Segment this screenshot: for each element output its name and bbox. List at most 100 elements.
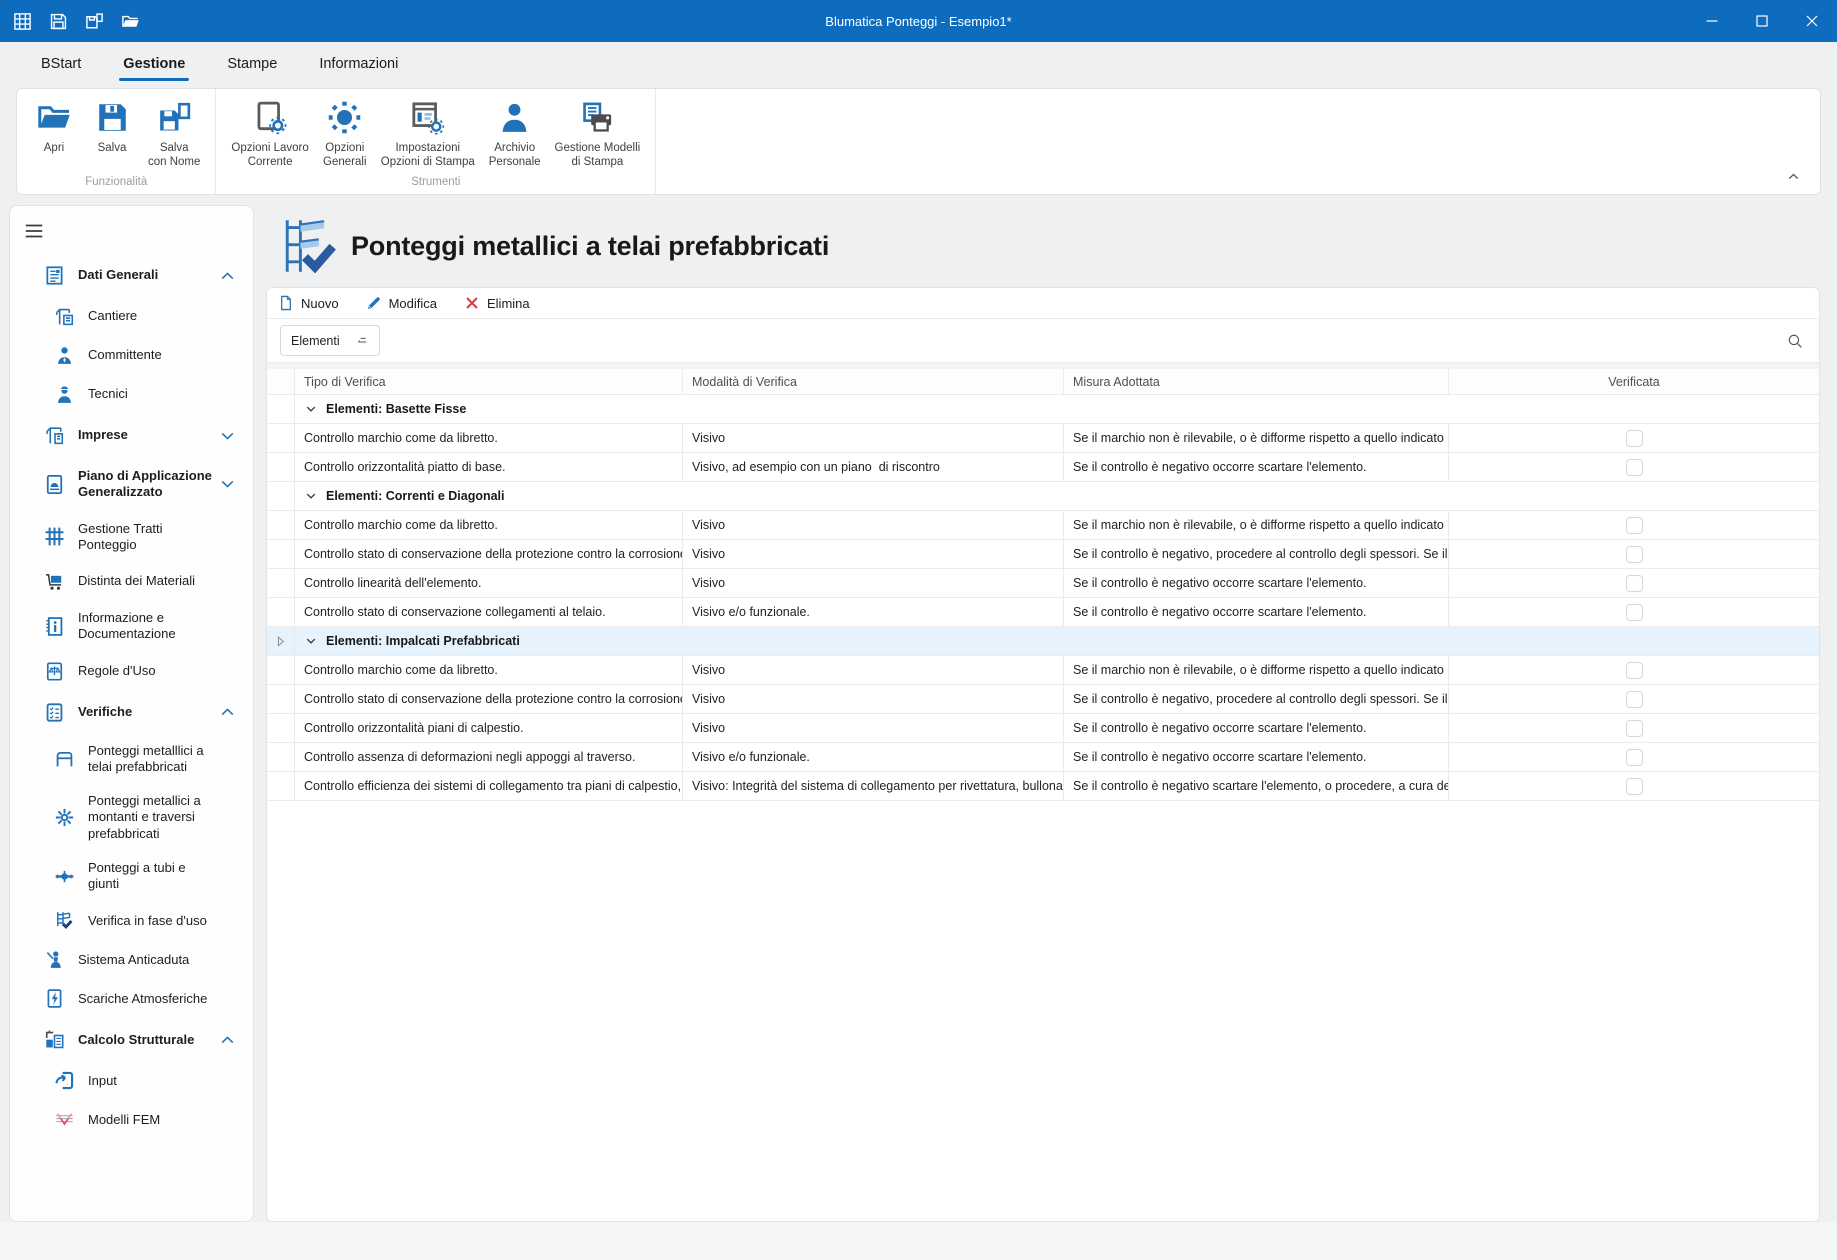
maximize-button[interactable]	[1737, 0, 1787, 42]
sidebar-item-dati-generali[interactable]: Dati Generali	[10, 254, 253, 297]
row-gutter	[267, 685, 295, 713]
verificata-checkbox[interactable]	[1626, 575, 1643, 592]
cell-modalita-di-verifica: Visivo, ad esempio con un piano di risco…	[683, 453, 1064, 481]
verificata-checkbox[interactable]	[1626, 720, 1643, 737]
sidebar-item-calcolo-strutturale[interactable]: Calcolo Strutturale	[10, 1018, 253, 1061]
sidebar-item-distinta-dei-materiali[interactable]: Distinta dei Materiali	[10, 562, 253, 601]
opzioni-lavoro-corrente-button[interactable]: Opzioni LavoroCorrente	[224, 94, 315, 170]
usage-rules-icon	[44, 661, 65, 682]
column-header-verificata[interactable]: Verificata	[1449, 369, 1819, 394]
sidebar-item-informazione-e-documentazione[interactable]: Informazione e Documentazione	[10, 601, 253, 652]
salva-con-nome-button-label: Salvacon Nome	[148, 141, 200, 170]
sidebar-item-tecnici[interactable]: Tecnici	[10, 375, 253, 414]
cell-tipo-di-verifica: Controllo marchio come da libretto.	[295, 424, 683, 452]
quick-open-button[interactable]	[121, 12, 140, 31]
tab-gestione[interactable]: Gestione	[102, 42, 206, 86]
close-button[interactable]	[1787, 0, 1837, 42]
table-row[interactable]: Controllo marchio come da libretto.Visiv…	[267, 656, 1819, 685]
minimize-button[interactable]	[1687, 0, 1737, 42]
group-row-elementi-correnti-e-diagonali[interactable]: Elementi: Correnti e Diagonali	[267, 482, 1819, 511]
cell-tipo-di-verifica: Controllo orizzontalità piani di calpest…	[295, 714, 683, 742]
verificata-checkbox[interactable]	[1626, 459, 1643, 476]
sidebar-item-cantiere[interactable]: Cantiere	[10, 297, 253, 336]
tab-informazioni[interactable]: Informazioni	[298, 42, 419, 86]
search-icon[interactable]	[1786, 332, 1804, 350]
sidebar-item-input[interactable]: Input	[10, 1061, 253, 1100]
table-row[interactable]: Controllo stato di conservazione della p…	[267, 540, 1819, 569]
sidebar-item-gestione-tratti-ponteggio[interactable]: Gestione Tratti Ponteggio	[10, 512, 253, 563]
open-folder-icon	[37, 100, 72, 135]
sidebar-item-piano-di-applicazione-generalizzato[interactable]: Piano di Applicazione Generalizzato	[10, 457, 253, 512]
group-row-elementi-basette-fisse[interactable]: Elementi: Basette Fisse	[267, 395, 1819, 424]
verificata-checkbox[interactable]	[1626, 778, 1643, 795]
sidebar-item-scariche-atmosferiche[interactable]: Scariche Atmosferiche	[10, 979, 253, 1018]
column-header-modalit-di-verifica[interactable]: Modalità di Verifica	[683, 369, 1064, 394]
table-row[interactable]: Controllo marchio come da libretto.Visiv…	[267, 511, 1819, 540]
verificata-checkbox[interactable]	[1626, 662, 1643, 679]
elimina-button[interactable]: Elimina	[464, 295, 530, 311]
save-as-icon	[157, 100, 192, 135]
sidebar-item-committente[interactable]: Committente	[10, 336, 253, 375]
cell-tipo-di-verifica: Controllo stato di conservazione della p…	[295, 685, 683, 713]
verification-table: Tipo di VerificaModalità di VerificaMisu…	[267, 363, 1819, 801]
ribbon: ApriSalvaSalvacon NomeFunzionalitàOpzion…	[16, 88, 1821, 195]
cell-tipo-di-verifica: Controllo marchio come da libretto.	[295, 656, 683, 684]
new-document-icon	[278, 295, 294, 311]
sidebar-item-modelli-fem[interactable]: Modelli FEM	[10, 1100, 253, 1139]
table-row[interactable]: Controllo linearità dell'elemento.Visivo…	[267, 569, 1819, 598]
app-window: { "window": { "title": "Blumatica Ponteg…	[0, 0, 1837, 1260]
group-row-elementi-impalcati-prefabbricati[interactable]: Elementi: Impalcati Prefabbricati	[267, 627, 1819, 656]
cell-verificata	[1449, 714, 1819, 742]
table-row[interactable]: Controllo orizzontalità piani di calpest…	[267, 714, 1819, 743]
sidebar-item-ponteggi-metallici-a-montanti-e-traversi-prefabbricati[interactable]: Ponteggi metallici a montanti e traversi…	[10, 784, 253, 851]
sidebar-item-verifiche[interactable]: Verifiche	[10, 691, 253, 734]
app-icon[interactable]	[13, 12, 32, 31]
hamburger-menu-button[interactable]	[22, 220, 46, 242]
cell-modalita-di-verifica: Visivo	[683, 714, 1064, 742]
verificata-checkbox[interactable]	[1626, 517, 1643, 534]
sidebar-item-imprese[interactable]: Imprese	[10, 414, 253, 457]
table-row[interactable]: Controllo efficienza dei sistemi di coll…	[267, 772, 1819, 801]
apri-button[interactable]: Apri	[25, 94, 83, 155]
sidebar-item-verifica-in-fase-d-uso[interactable]: Verifica in fase d'uso	[10, 901, 253, 940]
verificata-checkbox[interactable]	[1626, 546, 1643, 563]
elementi-dropdown[interactable]: Elementi	[280, 325, 380, 356]
salva-button[interactable]: Salva	[83, 94, 141, 155]
sidebar-item-ponteggi-a-tubi-e-giunti[interactable]: Ponteggi a tubi e giunti	[10, 851, 253, 902]
fem-model-icon	[54, 1109, 75, 1130]
gestione-modelli-di-stampa-button[interactable]: Gestione Modellidi Stampa	[548, 94, 648, 170]
impostazioni-opzioni-di-stampa-button[interactable]: ImpostazioniOpzioni di Stampa	[374, 94, 482, 170]
table-row[interactable]: Controllo marchio come da libretto.Visiv…	[267, 424, 1819, 453]
table-row[interactable]: Controllo assenza di deformazioni negli …	[267, 743, 1819, 772]
sidebar-item-label: Imprese	[78, 427, 219, 443]
table-row[interactable]: Controllo orizzontalità piatto di base.V…	[267, 453, 1819, 482]
verificata-checkbox[interactable]	[1626, 430, 1643, 447]
tab-stampe[interactable]: Stampe	[206, 42, 298, 86]
sidebar-item-ponteggi-metalllici-a-telai-prefabbricati[interactable]: Ponteggi metalllici a telai prefabbricat…	[10, 734, 253, 785]
nuovo-button[interactable]: Nuovo	[278, 295, 339, 311]
column-header-tipo-di-verifica[interactable]: Tipo di Verifica	[295, 369, 683, 394]
row-gutter	[267, 511, 295, 539]
quick-save-as-button[interactable]	[85, 12, 104, 31]
table-row[interactable]: Controllo stato di conservazione della p…	[267, 685, 1819, 714]
tab-bstart[interactable]: BStart	[20, 42, 102, 86]
cell-modalita-di-verifica: Visivo e/o funzionale.	[683, 743, 1064, 771]
chevron-up-icon	[217, 265, 238, 286]
archivio-personale-button[interactable]: ArchivioPersonale	[482, 94, 548, 170]
collapse-chevron-icon	[304, 402, 318, 416]
cell-modalita-di-verifica: Visivo	[683, 424, 1064, 452]
table-row[interactable]: Controllo stato di conservazione collega…	[267, 598, 1819, 627]
modifica-button[interactable]: Modifica	[366, 295, 437, 311]
verificata-checkbox[interactable]	[1626, 691, 1643, 708]
sidebar-item-regole-d-uso[interactable]: Regole d'Uso	[10, 652, 253, 691]
quick-access-toolbar	[0, 12, 140, 31]
column-header-misura-adottata[interactable]: Misura Adottata	[1064, 369, 1449, 394]
verificata-checkbox[interactable]	[1626, 604, 1643, 621]
ribbon-collapse-button[interactable]	[1785, 168, 1802, 185]
quick-save-button[interactable]	[49, 12, 68, 31]
opzioni-generali-button[interactable]: OpzioniGenerali	[316, 94, 374, 170]
sidebar-item-sistema-anticaduta[interactable]: Sistema Anticaduta	[10, 940, 253, 979]
salva-con-nome-button[interactable]: Salvacon Nome	[141, 94, 207, 170]
cell-verificata	[1449, 685, 1819, 713]
verificata-checkbox[interactable]	[1626, 749, 1643, 766]
